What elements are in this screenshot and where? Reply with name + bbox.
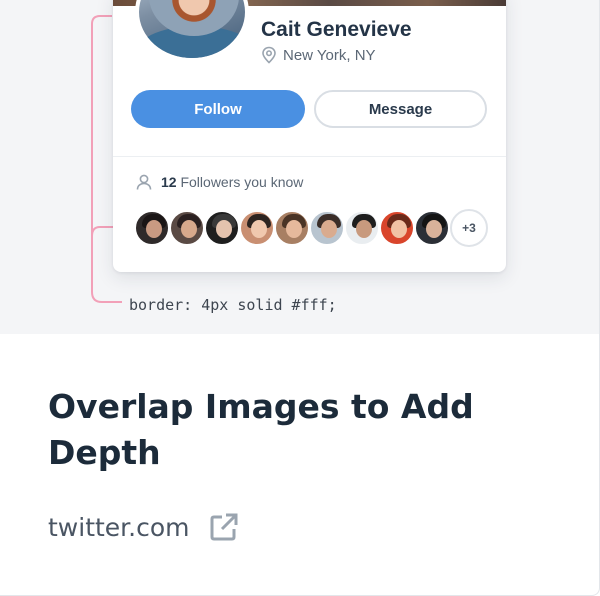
article-title[interactable]: Overlap Images to Add Depth xyxy=(48,384,548,476)
follower-avatar[interactable] xyxy=(413,209,451,247)
source-link[interactable]: twitter.com xyxy=(48,511,240,543)
follower-avatar[interactable] xyxy=(343,209,381,247)
follower-avatar[interactable] xyxy=(238,209,276,247)
profile-avatar xyxy=(135,0,249,62)
profile-location: New York, NY xyxy=(261,46,376,64)
followers-you-know: 12 Followers you know xyxy=(135,173,303,191)
external-link-icon[interactable] xyxy=(208,511,240,543)
map-pin-icon xyxy=(262,46,276,64)
followers-count: 12 xyxy=(161,174,177,190)
message-button[interactable]: Message xyxy=(314,90,487,128)
follower-avatar[interactable] xyxy=(378,209,416,247)
follower-avatar[interactable] xyxy=(273,209,311,247)
followers-label: Followers you know xyxy=(180,174,304,190)
follow-button[interactable]: Follow xyxy=(131,90,305,128)
code-annotation: border: 4px solid #fff; xyxy=(129,296,337,314)
follower-avatar[interactable] xyxy=(168,209,206,247)
follower-avatar[interactable] xyxy=(203,209,241,247)
source-domain[interactable]: twitter.com xyxy=(48,513,190,542)
follower-avatar[interactable] xyxy=(308,209,346,247)
location-text: New York, NY xyxy=(283,46,376,64)
article-card[interactable]: Cait Genevieve New York, NY Follow Messa… xyxy=(0,0,600,596)
user-icon xyxy=(136,174,152,190)
follower-avatars: +3 xyxy=(133,209,493,247)
follower-avatar[interactable] xyxy=(133,209,171,247)
profile-name: Cait Genevieve xyxy=(261,18,412,41)
more-followers-badge[interactable]: +3 xyxy=(450,209,488,247)
profile-card: Cait Genevieve New York, NY Follow Messa… xyxy=(113,0,506,272)
divider xyxy=(113,156,506,157)
preview-image: Cait Genevieve New York, NY Follow Messa… xyxy=(0,0,599,334)
